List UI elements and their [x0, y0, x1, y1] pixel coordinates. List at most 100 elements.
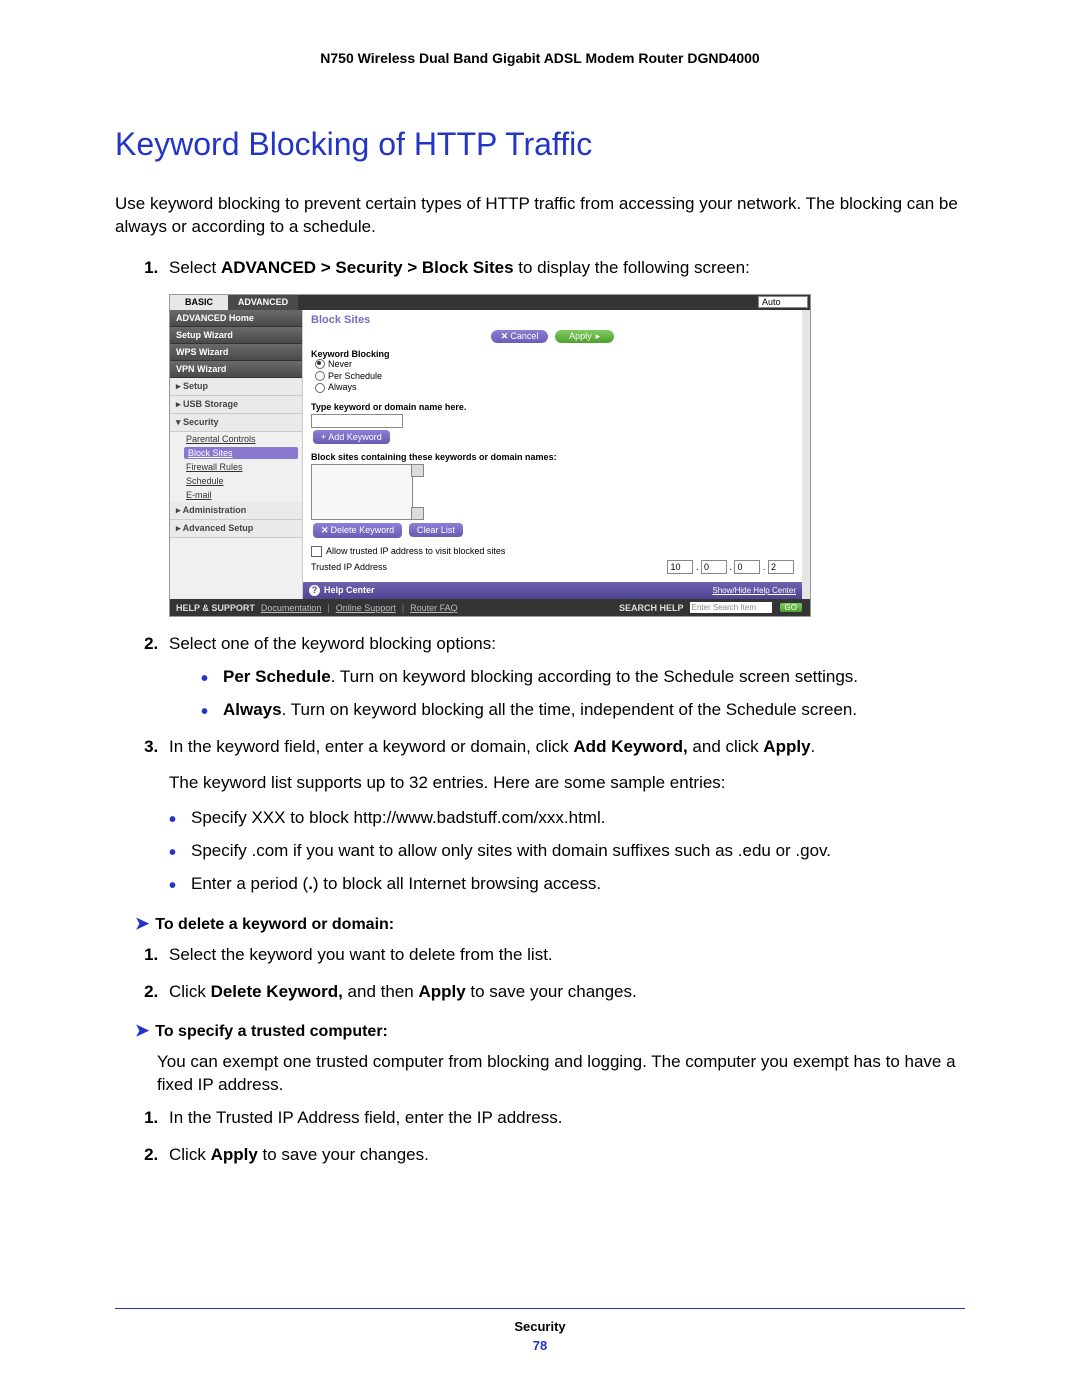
router-faq-link[interactable]: Router FAQ — [410, 603, 458, 613]
b-alw: Always — [223, 700, 282, 719]
trusted-heading: ➤ To specify a trusted computer: — [135, 1021, 965, 1041]
trusted-step-2: Click Apply to save your changes. — [163, 1144, 965, 1167]
trusted-step-1: In the Trusted IP Address field, enter t… — [163, 1107, 965, 1130]
sidebar-item-setup[interactable]: ▸ Setup — [170, 378, 302, 396]
s3d: Apply — [763, 737, 810, 756]
sidebar-sub-email[interactable]: E-mail — [170, 488, 302, 502]
step-3: In the keyword field, enter a keyword or… — [163, 736, 965, 759]
online-support-link[interactable]: Online Support — [336, 603, 396, 613]
radio-always-label: Always — [328, 382, 357, 392]
apply-button[interactable]: Apply▸ — [555, 330, 614, 343]
radio-sched-label: Per Schedule — [328, 371, 382, 381]
x-icon: ✕ — [501, 331, 509, 341]
sidebar-sub-blocksites[interactable]: Block Sites — [184, 447, 298, 459]
showhide-link[interactable]: Show/Hide Help Center — [712, 586, 796, 595]
sidebar-item-usb[interactable]: ▸ USB Storage — [170, 396, 302, 414]
page-footer: Security 78 — [115, 1308, 965, 1353]
d2b: Delete Keyword, — [211, 982, 343, 1001]
d2d: Apply — [418, 982, 465, 1001]
doc-link[interactable]: Documentation — [261, 603, 322, 613]
help-center-label: Help Center — [324, 585, 375, 595]
t2c: to save your changes. — [258, 1145, 429, 1164]
keyword-listbox[interactable] — [311, 464, 413, 520]
b-per: Per Schedule — [223, 667, 331, 686]
search-input[interactable]: Enter Search Item — [690, 602, 772, 613]
sidebar-item-setup-wizard[interactable]: Setup Wizard — [170, 327, 302, 344]
add-keyword-button[interactable]: + Add Keyword — [313, 430, 390, 444]
radio-always[interactable] — [315, 383, 325, 393]
t-alw: . Turn on keyword blocking all the time,… — [282, 700, 858, 719]
list-label: Block sites containing these keywords or… — [311, 452, 794, 462]
radio-schedule[interactable] — [315, 371, 325, 381]
s3e: . — [811, 737, 816, 756]
ip-field-3[interactable]: 0 — [734, 560, 760, 574]
panel-title: Block Sites — [311, 314, 794, 326]
d2c: and then — [343, 982, 419, 1001]
clear-list-button[interactable]: Clear List — [409, 523, 463, 537]
trusted-intro: You can exempt one trusted computer from… — [157, 1051, 965, 1097]
radio-always-row: Always — [315, 382, 794, 394]
delete-keyword-button[interactable]: ✕Delete Keyword — [313, 523, 402, 538]
sidebar-sub-firewall[interactable]: Firewall Rules — [170, 460, 302, 474]
radio-never[interactable] — [315, 359, 325, 369]
trusted-heading-text: To specify a trusted computer: — [155, 1023, 388, 1040]
tab-basic[interactable]: BASIC — [170, 295, 228, 310]
delete-step-1: Select the keyword you want to delete fr… — [163, 944, 965, 967]
step-1: Select ADVANCED > Security > Block Sites… — [163, 257, 965, 280]
s3b: Add Keyword, — [573, 737, 687, 756]
keyword-input[interactable] — [311, 414, 403, 428]
apply-label: Apply — [569, 331, 592, 341]
go-button[interactable]: GO — [780, 603, 802, 612]
radio-never-label: Never — [328, 359, 352, 369]
t2b: Apply — [211, 1145, 258, 1164]
radio-never-row: Never — [315, 359, 794, 371]
delete-heading: ➤To delete a keyword or domain: — [135, 914, 965, 934]
search-help-label: SEARCH HELP — [619, 603, 684, 613]
sample-1: Specify XXX to block http://www.badstuff… — [169, 807, 965, 830]
tab-advanced[interactable]: ADVANCED — [228, 295, 298, 310]
section-title: Keyword Blocking of HTTP Traffic — [115, 126, 965, 163]
help-bar: ? Help Center Show/Hide Help Center — [303, 582, 802, 599]
step-2: Select one of the keyword blocking optio… — [163, 633, 965, 722]
sidebar-item-security[interactable]: ▾ Security — [170, 414, 302, 432]
page-number: 78 — [115, 1338, 965, 1353]
sample-3: Enter a period (.) to block all Internet… — [169, 873, 965, 896]
auto-select[interactable]: Auto — [758, 296, 808, 308]
cancel-button[interactable]: ✕Cancel — [491, 330, 549, 343]
step1-path: ADVANCED > Security > Block Sites — [221, 258, 514, 277]
main-steps-list-cont: Select one of the keyword blocking optio… — [115, 633, 965, 759]
help-support-label: HELP & SUPPORT — [176, 603, 255, 613]
arrow-icon: ➤ — [135, 1021, 149, 1040]
sidebar-sub-schedule[interactable]: Schedule — [170, 474, 302, 488]
ip-field-1[interactable]: 10 — [667, 560, 693, 574]
radio-sched-row: Per Schedule — [315, 371, 794, 383]
sidebar-sub-parental[interactable]: Parental Controls — [170, 432, 302, 446]
step2-text: Select one of the keyword blocking optio… — [169, 634, 496, 653]
router-screenshot: BASIC ADVANCED Auto ADVANCED Home Setup … — [169, 294, 811, 617]
allow-trusted-checkbox[interactable] — [311, 546, 322, 557]
sidebar-item-admin[interactable]: ▸ Administration — [170, 502, 302, 520]
del-kw-label: Delete Keyword — [331, 525, 395, 535]
step3-note: The keyword list supports up to 32 entri… — [169, 773, 965, 793]
s3b3c: ) to block all Internet browsing access. — [313, 874, 601, 893]
d2a: Click — [169, 982, 211, 1001]
sidebar-item-advsetup[interactable]: ▸ Advanced Setup — [170, 520, 302, 538]
allow-trusted-label: Allow trusted IP address to visit blocke… — [326, 546, 505, 556]
ip-field-2[interactable]: 0 — [701, 560, 727, 574]
sidebar-item-wps-wizard[interactable]: WPS Wizard — [170, 344, 302, 361]
kb-heading: Keyword Blocking — [311, 349, 794, 359]
allow-trusted-row: Allow trusted IP address to visit blocke… — [311, 546, 794, 557]
ip-field-4[interactable]: 2 — [768, 560, 794, 574]
sidebar-item-vpn-wizard[interactable]: VPN Wizard — [170, 361, 302, 378]
ss-tab-bar: BASIC ADVANCED Auto — [170, 295, 810, 310]
ss-main: Block Sites ✕Cancel Apply▸ Keyword Block… — [303, 310, 810, 599]
d2e: to save your changes. — [466, 982, 637, 1001]
main-steps-list: Select ADVANCED > Security > Block Sites… — [115, 257, 965, 280]
intro-paragraph: Use keyword blocking to prevent certain … — [115, 193, 965, 239]
help-icon[interactable]: ? — [309, 585, 320, 596]
step2-bullet-per: Per Schedule. Turn on keyword blocking a… — [201, 666, 965, 689]
s3b3a: Enter a period ( — [191, 874, 308, 893]
t-per: . Turn on keyword blocking according to … — [331, 667, 858, 686]
sample-2: Specify .com if you want to allow only s… — [169, 840, 965, 863]
sidebar-item-home[interactable]: ADVANCED Home — [170, 310, 302, 327]
